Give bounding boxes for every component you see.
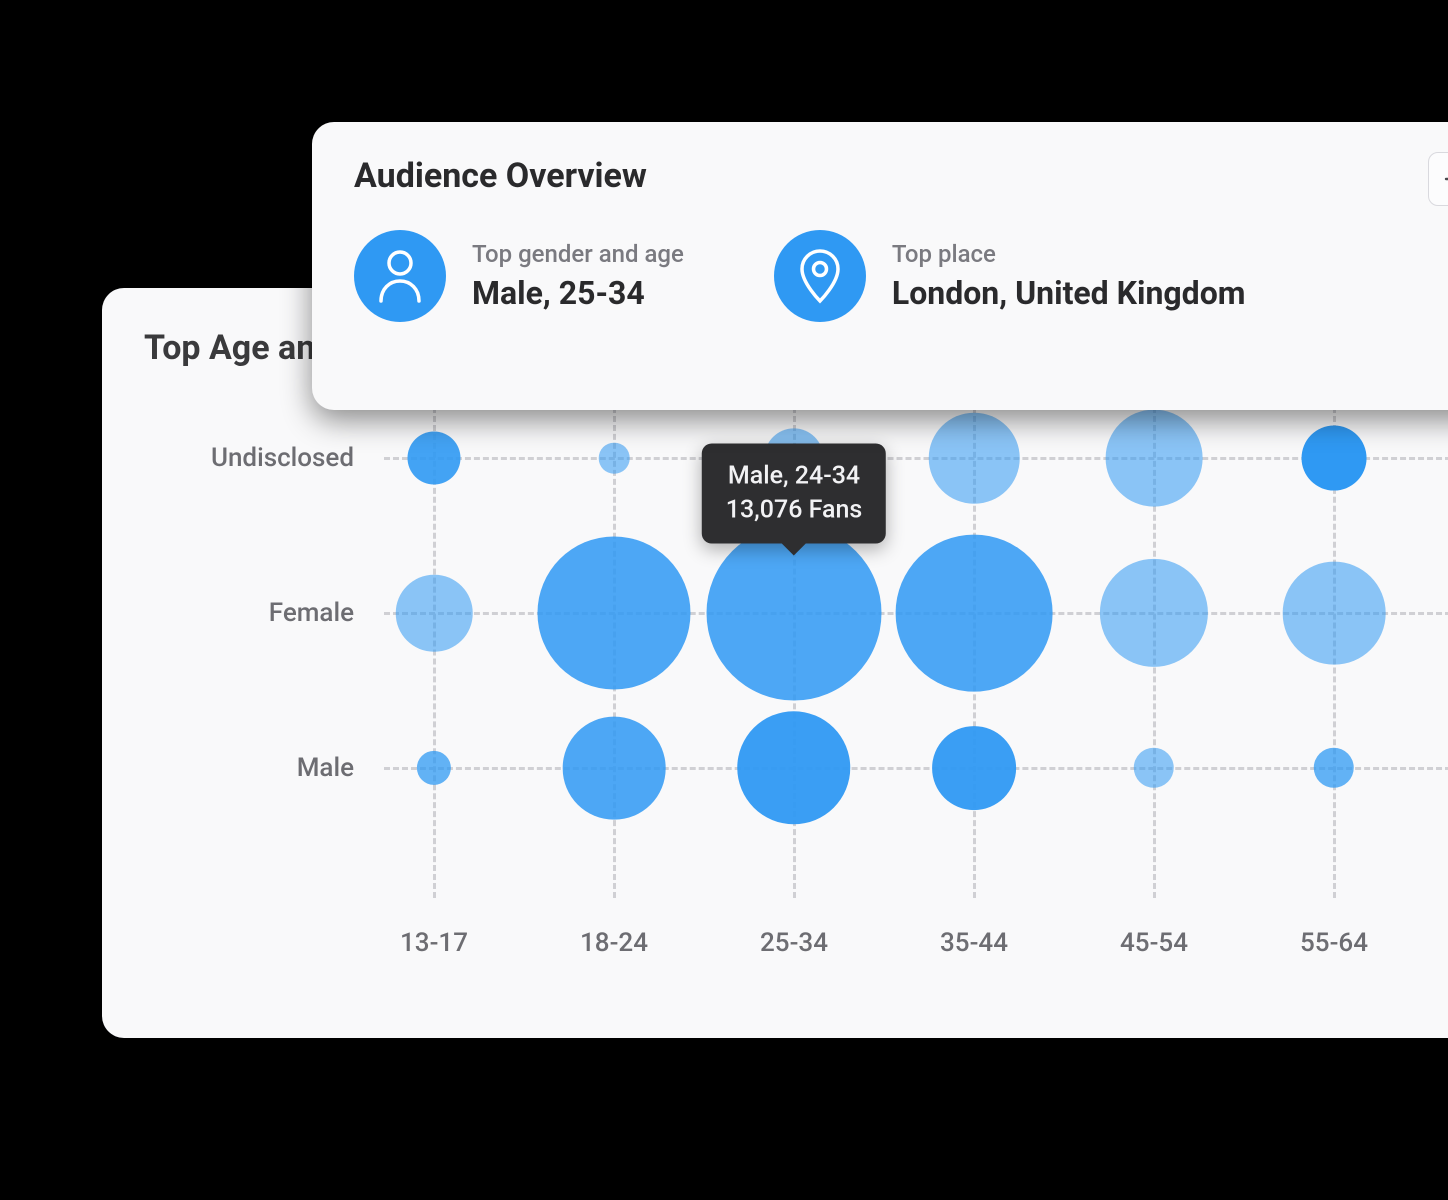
bubble[interactable] [929,413,1020,504]
plus-icon [1444,168,1448,190]
x-axis-label: 18-24 [580,928,648,958]
stat-text: Top place London, United Kingdom [892,240,1246,312]
bubble[interactable] [932,726,1016,810]
x-axis-label: 25-34 [760,928,828,958]
person-icon [354,230,446,322]
x-axis-label: 45-54 [1120,928,1188,958]
stat-label: Top gender and age [472,240,684,268]
overview-card: Audience Overview Top gender and age Mal… [312,122,1448,410]
bubble[interactable] [1134,748,1174,788]
bubble[interactable] [408,432,461,485]
y-axis-labels: Undisclosed Female Male [144,398,364,978]
bubble[interactable] [1283,562,1386,665]
grid-line-horizontal [384,767,1448,770]
stat-label: Top place [892,240,1246,268]
bubble[interactable] [1100,559,1208,667]
bubble[interactable] [563,717,666,820]
stat-value: Male, 25-34 [472,274,684,312]
bubble[interactable] [599,443,630,474]
plot-area: Male, 24-3413,076 Fans [384,398,1448,898]
x-axis-label: 55-64 [1300,928,1368,958]
y-axis-label: Female [154,598,354,628]
stat-top-gender-age: Top gender and age Male, 25-34 [354,230,684,322]
y-axis-label: Undisclosed [154,443,354,473]
bubble[interactable] [537,536,690,689]
bubble[interactable] [896,535,1053,692]
stat-text: Top gender and age Male, 25-34 [472,240,684,312]
bubble[interactable] [1314,748,1354,788]
stats-row: Top gender and age Male, 25-34 Top place… [354,230,1448,322]
x-axis-label: 35-44 [940,928,1008,958]
add-button[interactable] [1428,152,1448,206]
bubble[interactable] [1302,426,1367,491]
tooltip: Male, 24-3413,076 Fans [702,444,886,544]
bubble[interactable] [417,751,451,785]
tooltip-title: Male, 24-34 [726,460,862,494]
overview-title: Audience Overview [354,156,1448,196]
y-axis-label: Male [154,753,354,783]
bubble[interactable] [1106,410,1203,507]
x-axis-label: 13-17 [400,928,468,958]
tooltip-subtitle: 13,076 Fans [726,493,862,527]
stat-value: London, United Kingdom [892,274,1246,312]
pin-icon [774,230,866,322]
x-axis-labels: 13-17 18-24 25-34 35-44 45-54 55-64 [384,918,1448,978]
stat-top-place: Top place London, United Kingdom [774,230,1246,322]
grid-line-horizontal [384,457,1448,460]
bubble-chart: Undisclosed Female Male Male, 24-3413,076 … [144,398,1448,978]
bubble[interactable] [396,575,473,652]
bubble[interactable] [737,711,850,824]
